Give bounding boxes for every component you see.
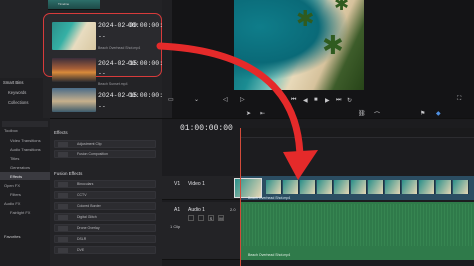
effect-dslr[interactable]: DSLR (54, 235, 156, 243)
clip-name: Beach Sunset.mp4 (98, 82, 128, 86)
category-effects[interactable]: Effects (10, 174, 22, 179)
effect-digital-glitch[interactable]: Digital Glitch (54, 213, 156, 221)
filmstrip-frame (351, 180, 367, 194)
favorites-heading: Favorites (4, 234, 21, 239)
selection-tool-icon[interactable]: ➤ (246, 110, 251, 117)
category-video-transitions[interactable]: Video Transitions (10, 138, 41, 143)
mark-in-icon[interactable]: ◁ (223, 96, 228, 103)
bin-keywords[interactable]: Keywords (8, 90, 26, 95)
video-preview[interactable]: ✱ ✱ ✱ (234, 0, 364, 90)
link-icon[interactable]: ⛓ (358, 110, 366, 117)
lock-icon[interactable] (188, 215, 194, 221)
clip-thumbnail[interactable] (52, 88, 96, 112)
fullscreen-icon[interactable]: ⛶ (457, 96, 461, 103)
snapping-icon[interactable]: ⌒ (374, 110, 380, 119)
play-reverse-icon[interactable]: ◀ (303, 97, 308, 104)
trim-tool-icon[interactable]: ⇤ (260, 110, 265, 117)
clip-thumbnail-beach-sunset[interactable] (52, 58, 96, 82)
fusion-effects-heading: Fusion Effects (54, 171, 83, 176)
filmstrip-frame (453, 180, 469, 194)
viewer-options-icon[interactable]: ▭ (168, 96, 174, 103)
category-fairlight-fx[interactable]: Fairlight FX (10, 210, 30, 215)
palm-tree-icon: ✱ (322, 30, 344, 60)
effects-section-heading: Effects (54, 130, 68, 135)
audio-track-id: A1 (174, 207, 181, 213)
playhead[interactable] (240, 128, 241, 266)
bin-collections[interactable]: Collections (8, 100, 28, 105)
effect-drone-overlay[interactable]: Drone Overlay (54, 224, 156, 232)
filmstrip-frame (368, 180, 384, 194)
marker-icon[interactable]: ◆ (436, 110, 441, 117)
flag-icon[interactable]: ⚑ (420, 110, 425, 117)
mark-out-icon[interactable]: ▷ (240, 96, 245, 103)
clip-name: Beach Overhead Shot.mp4 (98, 46, 141, 50)
auto-select-icon[interactable] (198, 215, 204, 221)
category-generators[interactable]: Generators (10, 165, 30, 170)
audio-track-header: A1 Audio 1 2.0 1 Clip S M (162, 202, 240, 260)
palm-tree-icon: ✱ (296, 6, 315, 31)
category-audio-fx[interactable]: Audio FX (4, 201, 20, 206)
filmstrip-frame (419, 180, 435, 194)
category-effects-selected[interactable] (0, 172, 50, 180)
category-open-fx[interactable]: Open FX (4, 183, 20, 188)
clip-dash: -- (98, 103, 106, 110)
filmstrip-frame (334, 180, 350, 194)
video-track-header: V1 Video 1 (162, 176, 240, 200)
filmstrip-frame (266, 180, 282, 194)
category-toolbox[interactable]: Toolbox (4, 128, 18, 133)
video-track-id: V1 (174, 181, 181, 187)
audio-track-level: 2.0 (230, 207, 236, 212)
loop-icon[interactable]: ↻ (347, 97, 352, 104)
audio-clip-label: Beach Overhead Shot.mp4 (248, 253, 291, 257)
filmstrip-frame (402, 180, 418, 194)
effect-colored-border[interactable]: Colored Border (54, 202, 156, 210)
timeline-thumbnail[interactable] (48, 0, 100, 10)
dropdown-icon[interactable]: ⌄ (194, 96, 199, 103)
clip-dash: -- (98, 70, 106, 77)
audio-clip-count: 1 Clip (170, 224, 181, 229)
timeline-thumbnail-label: Timeline (58, 2, 70, 6)
effect-dve[interactable]: DVE (54, 246, 156, 254)
video-clip-label: Beach Overhead Shot.mp4 (248, 196, 291, 200)
audio-waveform (240, 204, 474, 246)
effect-cctv[interactable]: CCTV (54, 191, 156, 199)
play-icon[interactable]: ▶ (325, 97, 330, 104)
skip-back-icon[interactable]: ⏮ (291, 97, 296, 104)
audio-track-name: Audio 1 (188, 207, 205, 213)
filmstrip-frame (436, 180, 452, 194)
clip-thumbnail-beach-overhead[interactable] (52, 22, 96, 50)
stop-icon[interactable]: ■ (314, 97, 318, 103)
category-titles[interactable]: Titles (10, 156, 19, 161)
effect-adjustment-clip[interactable]: Adjustment Clip (54, 140, 156, 148)
effects-search-bar[interactable] (2, 121, 48, 127)
effect-binoculars[interactable]: Binoculars (54, 180, 156, 188)
category-filters[interactable]: Filters (10, 192, 21, 197)
filmstrip-frame (385, 180, 401, 194)
palm-tree-icon: ✱ (334, 0, 350, 14)
smart-bins-heading: Smart Bins (3, 80, 24, 85)
filmstrip-frame (300, 180, 316, 194)
skip-forward-icon[interactable]: ⏭ (336, 97, 341, 104)
mute-button[interactable]: M (218, 215, 224, 221)
timeline-toolbar: ➤ ⇤ ✂ ⛓ ⌒ ⚑ ◆ (240, 110, 474, 120)
timeline-timecode: 01:00:00:00 (180, 124, 233, 133)
solo-button[interactable]: S (208, 215, 214, 221)
drag-preview-thumbnail[interactable] (234, 178, 262, 198)
video-track-name: Video 1 (188, 181, 205, 187)
clip-dash: -- (98, 33, 106, 40)
effect-fusion-composition[interactable]: Fusion Composition (54, 150, 156, 158)
filmstrip-frame (317, 180, 333, 194)
category-audio-transitions[interactable]: Audio Transitions (10, 147, 41, 152)
timeline-ruler[interactable] (240, 128, 474, 138)
filmstrip-frame (283, 180, 299, 194)
blade-tool-icon[interactable]: ✂ (290, 110, 295, 117)
